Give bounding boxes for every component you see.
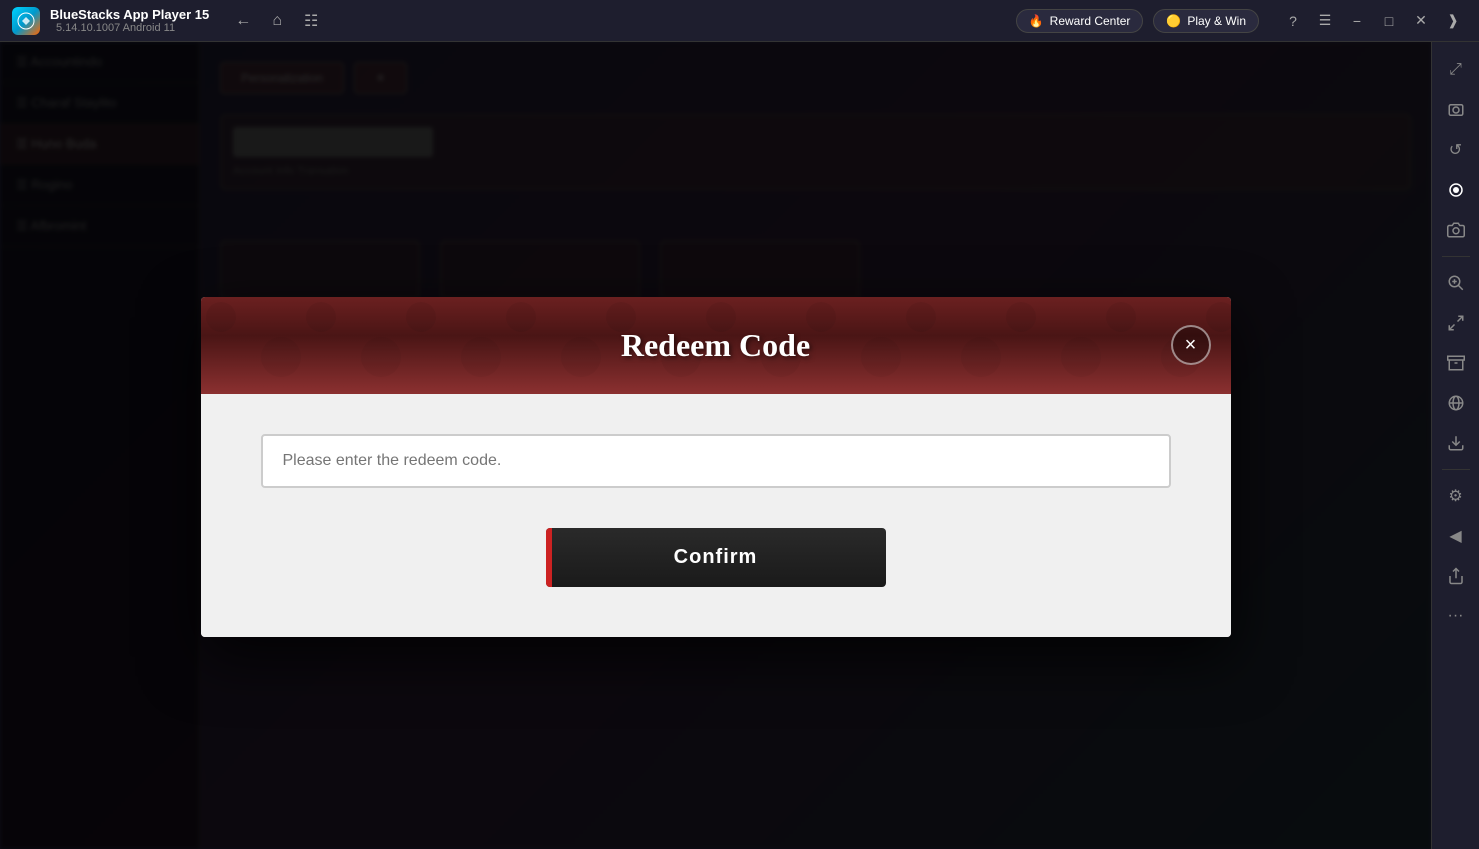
archive-icon[interactable] [1438, 345, 1474, 381]
play-win-label: Play & Win [1187, 14, 1246, 28]
record-icon[interactable] [1438, 172, 1474, 208]
close-button[interactable]: ✕ [1407, 7, 1435, 35]
tabs-button[interactable]: ☷ [297, 7, 325, 35]
coin-icon: 🟡 [1166, 14, 1181, 28]
right-sidebar: ⤢ ↺ [1431, 42, 1479, 849]
resize-icon[interactable] [1438, 305, 1474, 341]
confirm-label: Confirm [674, 546, 758, 568]
more-icon[interactable]: ··· [1438, 598, 1474, 634]
minimize-button[interactable]: − [1343, 7, 1371, 35]
reward-center-button[interactable]: 🔥 Reward Center [1016, 9, 1144, 33]
help-button[interactable]: ? [1279, 7, 1307, 35]
camera-alt-icon[interactable] [1438, 212, 1474, 248]
sync-icon[interactable]: ↺ [1438, 132, 1474, 168]
nav-controls: ← ⌂ ☷ [229, 7, 325, 35]
back-button[interactable]: ← [229, 7, 257, 35]
confirm-button[interactable]: Confirm [546, 528, 886, 587]
globe-icon[interactable] [1438, 385, 1474, 421]
sidebar-divider-2 [1442, 469, 1470, 470]
redeem-code-input[interactable] [261, 434, 1171, 488]
sidebar-toggle-button[interactable]: ❱ [1439, 7, 1467, 35]
reward-center-label: Reward Center [1050, 14, 1131, 28]
modal-header: Redeem Code × [201, 297, 1231, 394]
title-bar-right: 🔥 Reward Center 🟡 Play & Win ? ☰ − □ ✕ ❱ [1016, 7, 1467, 35]
maximize-button[interactable]: □ [1375, 7, 1403, 35]
download-icon[interactable] [1438, 425, 1474, 461]
expand-icon[interactable]: ⤢ [1438, 52, 1474, 88]
fire-icon: 🔥 [1029, 14, 1044, 28]
app-version: 5.14.10.1007 Android 11 [56, 22, 209, 34]
modal-close-button[interactable]: × [1171, 325, 1211, 365]
screenshot-icon[interactable] [1438, 92, 1474, 128]
title-bar: BlueStacks App Player 15 5.14.10.1007 An… [0, 0, 1479, 42]
close-icon: × [1185, 334, 1197, 357]
arrow-left-icon[interactable]: ◀ [1438, 518, 1474, 554]
app-logo [12, 7, 40, 35]
redeem-code-modal: Redeem Code × Confirm [201, 297, 1231, 637]
window-controls: ? ☰ − □ ✕ ❱ [1279, 7, 1467, 35]
modal-title: Redeem Code [621, 327, 810, 364]
sidebar-divider-1 [1442, 256, 1470, 257]
zoom-icon[interactable] [1438, 265, 1474, 301]
modal-body: Confirm [201, 394, 1231, 637]
settings-icon[interactable]: ⚙ [1438, 478, 1474, 514]
menu-button[interactable]: ☰ [1311, 7, 1339, 35]
share-icon[interactable] [1438, 558, 1474, 594]
app-name: BlueStacks App Player 15 [50, 7, 209, 22]
play-win-button[interactable]: 🟡 Play & Win [1153, 9, 1259, 33]
home-button[interactable]: ⌂ [263, 7, 291, 35]
